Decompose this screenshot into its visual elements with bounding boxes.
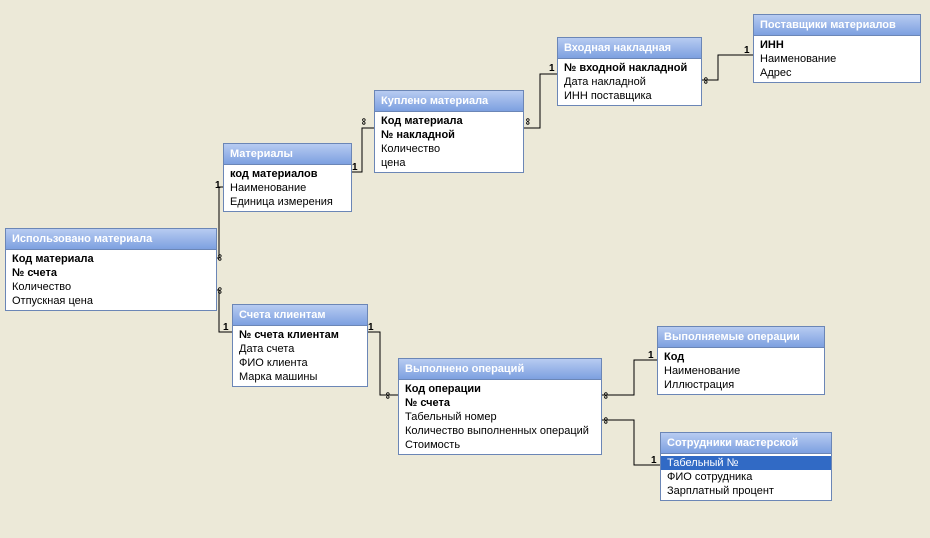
entity-sotrudniki-masterskoy[interactable]: Сотрудники мастерской Табельный № ФИО со… — [660, 432, 832, 501]
entity-field: цена — [375, 156, 523, 170]
entity-field: Отпускная цена — [6, 294, 216, 308]
entity-field: Количество выполненных операций — [399, 424, 601, 438]
entity-field: № накладной — [375, 128, 523, 142]
entity-title: Материалы — [224, 144, 351, 165]
er-diagram-canvas: Использовано материала Код материала № с… — [0, 0, 930, 538]
entity-field: ФИО сотрудника — [661, 470, 831, 484]
entity-field: Наименование — [224, 181, 351, 195]
entity-title: Выполняемые операции — [658, 327, 824, 348]
entity-fields: ИНН Наименование Адрес — [754, 36, 920, 82]
entity-materialy[interactable]: Материалы код материалов Наименование Ед… — [223, 143, 352, 212]
entity-field: Зарплатный процент — [661, 484, 831, 498]
cardinality-label: 1 — [648, 350, 654, 361]
entity-postavshiki-materialov[interactable]: Поставщики материалов ИНН Наименование А… — [753, 14, 921, 83]
cardinality-label: 1 — [368, 322, 374, 333]
entity-field: Наименование — [754, 52, 920, 66]
entity-field: Стоимость — [399, 438, 601, 452]
entity-field: Код — [658, 350, 824, 364]
entity-title: Поставщики материалов — [754, 15, 920, 36]
entity-fields: Код материала № накладной Количество цен… — [375, 112, 523, 172]
cardinality-label: 1 — [651, 455, 657, 466]
entity-field: Табельный № — [661, 456, 831, 470]
entity-kupleno-materiala[interactable]: Куплено материала Код материала № наклад… — [374, 90, 524, 173]
entity-field: № счета — [399, 396, 601, 410]
entity-vhodnaya-nakladnaya[interactable]: Входная накладная № входной накладной Да… — [557, 37, 702, 106]
entity-field: ИНН — [754, 38, 920, 52]
entity-field: № счета — [6, 266, 216, 280]
entity-scheta-klientam[interactable]: Счета клиентам № счета клиентам Дата сче… — [232, 304, 368, 387]
entity-field: Код материала — [6, 252, 216, 266]
cardinality-label: ∞ — [382, 392, 393, 399]
entity-field: Дата счета — [233, 342, 367, 356]
entity-fields: Код операции № счета Табельный номер Кол… — [399, 380, 601, 454]
entity-title: Куплено материала — [375, 91, 523, 112]
entity-fields: № счета клиентам Дата счета ФИО клиента … — [233, 326, 367, 386]
entity-field: Табельный номер — [399, 410, 601, 424]
entity-field: Адрес — [754, 66, 920, 80]
entity-field: Количество — [6, 280, 216, 294]
entity-title: Выполнено операций — [399, 359, 601, 380]
cardinality-label: 1 — [744, 45, 750, 56]
cardinality-label: 1 — [352, 162, 358, 173]
entity-field: Количество — [375, 142, 523, 156]
cardinality-label: 1 — [549, 63, 555, 74]
entity-fields: Код Наименование Иллюстрация — [658, 348, 824, 394]
entity-vypolnyaemye-operacii[interactable]: Выполняемые операции Код Наименование Ил… — [657, 326, 825, 395]
cardinality-label: 1 — [223, 322, 229, 333]
entity-field: ФИО клиента — [233, 356, 367, 370]
entity-fields: Код материала № счета Количество Отпускн… — [6, 250, 216, 310]
entity-field: № входной накладной — [558, 61, 701, 75]
entity-field: № счета клиентам — [233, 328, 367, 342]
entity-field: Дата накладной — [558, 75, 701, 89]
entity-field: ИНН поставщика — [558, 89, 701, 103]
entity-title: Использовано материала — [6, 229, 216, 250]
entity-field: Единица измерения — [224, 195, 351, 209]
entity-title: Входная накладная — [558, 38, 701, 59]
entity-field: Код операции — [399, 382, 601, 396]
entity-fields: код материалов Наименование Единица изме… — [224, 165, 351, 211]
entity-field: Код материала — [375, 114, 523, 128]
cardinality-label: 1 — [215, 180, 221, 191]
entity-title: Сотрудники мастерской — [661, 433, 831, 454]
entity-fields: № входной накладной Дата накладной ИНН п… — [558, 59, 701, 105]
entity-field: Марка машины — [233, 370, 367, 384]
entity-vypolneno-operaciy[interactable]: Выполнено операций Код операции № счета … — [398, 358, 602, 455]
entity-field: код материалов — [224, 167, 351, 181]
entity-field: Иллюстрация — [658, 378, 824, 392]
entity-field: Наименование — [658, 364, 824, 378]
entity-ispolzovano-materiala[interactable]: Использовано материала Код материала № с… — [5, 228, 217, 311]
entity-title: Счета клиентам — [233, 305, 367, 326]
entity-fields: Табельный № ФИО сотрудника Зарплатный пр… — [661, 454, 831, 500]
cardinality-label: ∞ — [358, 118, 369, 125]
